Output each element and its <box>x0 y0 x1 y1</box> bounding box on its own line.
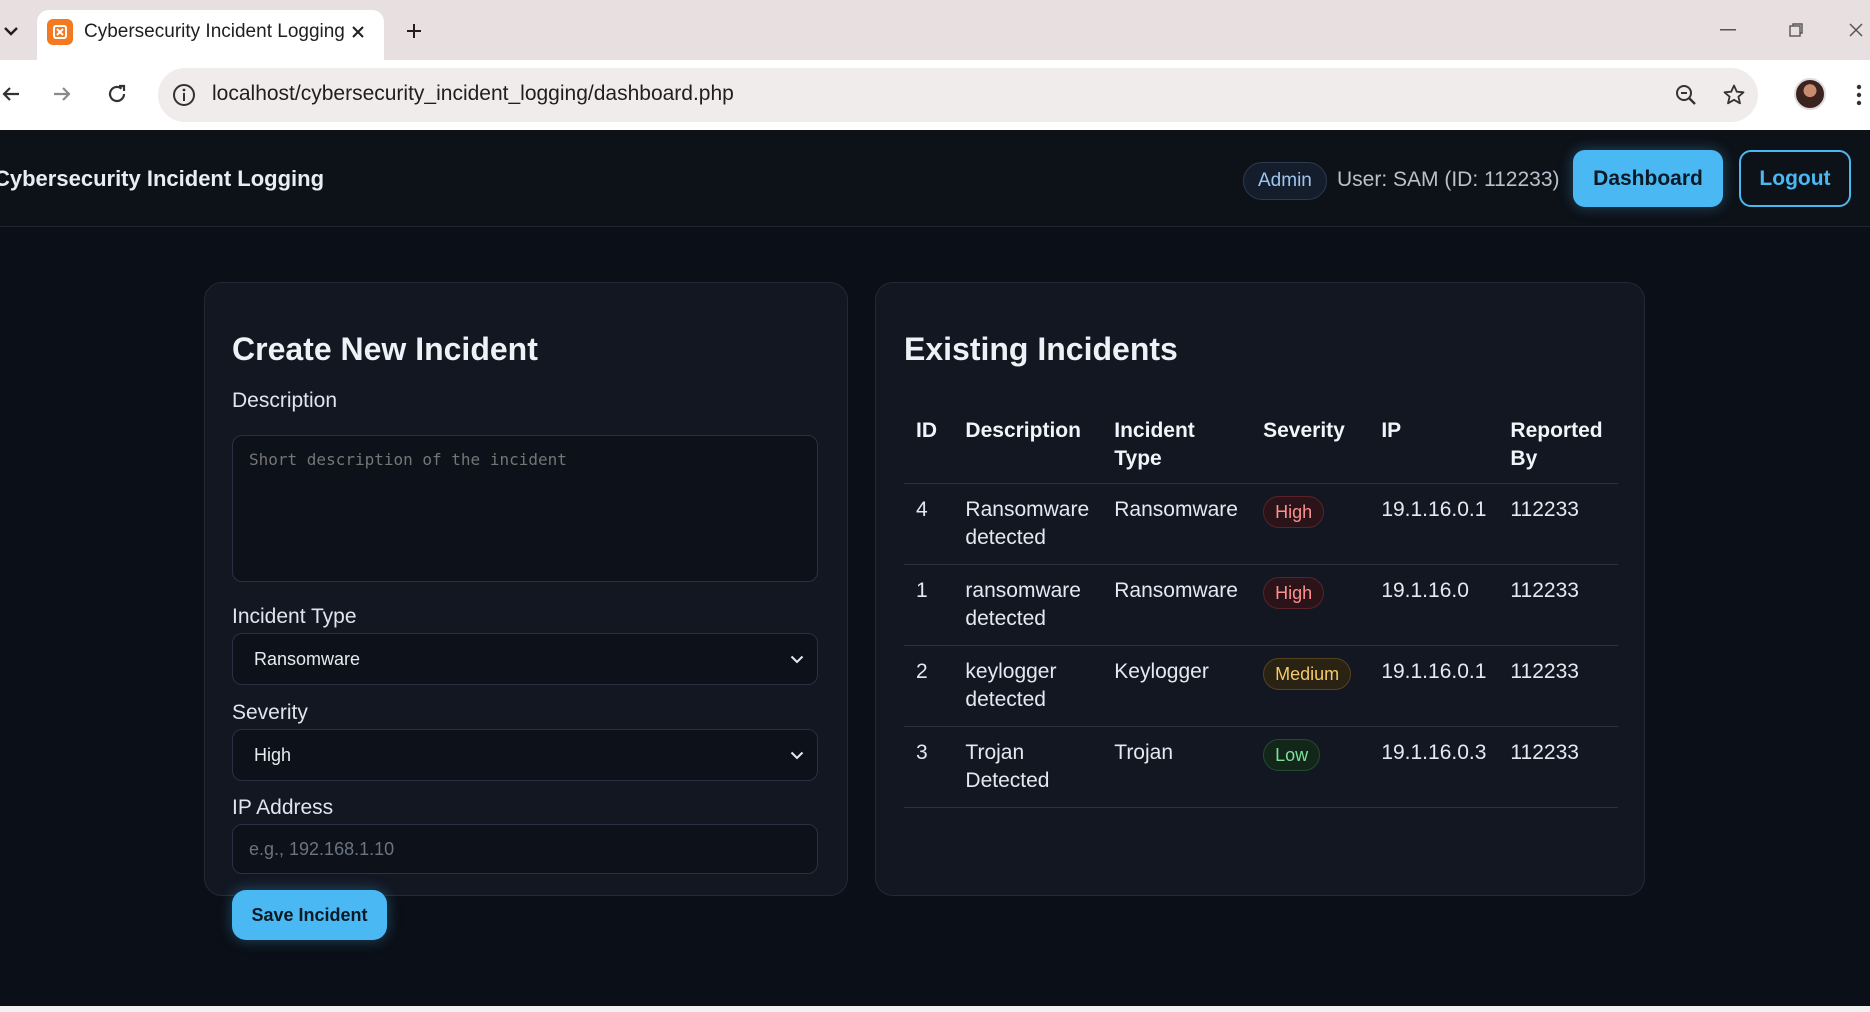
user-info: User: SAM (ID: 112233) <box>1337 168 1560 191</box>
browser-tab-strip: Cybersecurity Incident Logging <box>0 0 1870 60</box>
create-incident-card: Create New Incident Description Incident… <box>204 282 848 940</box>
cell-description: keylogger detected <box>953 645 1103 727</box>
app-header: Cybersecurity Incident Logging Admin Use… <box>0 130 1870 227</box>
plus-icon[interactable] <box>400 17 428 45</box>
description-label: Description <box>232 389 338 412</box>
logout-button[interactable]: Logout <box>1739 150 1851 207</box>
column-header-incident-type: Incident Type <box>1102 411 1252 484</box>
info-icon[interactable] <box>170 81 198 109</box>
column-header-description: Description <box>953 411 1103 484</box>
description-textarea[interactable] <box>232 435 818 582</box>
cell-type: Ransomware <box>1102 564 1252 646</box>
ip-address-input[interactable] <box>232 824 818 874</box>
tab-title: Cybersecurity Incident Logging <box>84 21 345 42</box>
severity-select[interactable]: High <box>232 729 818 781</box>
forward-icon[interactable] <box>45 77 79 111</box>
avatar[interactable] <box>1794 78 1826 110</box>
cell-ip: 19.1.16.0 <box>1369 564 1499 646</box>
cell-reported-by: 112233 <box>1498 645 1618 727</box>
cell-description: Trojan Detected <box>953 726 1103 808</box>
browser-tab[interactable]: Cybersecurity Incident Logging <box>37 10 384 60</box>
cell-description: ransomware detected <box>953 564 1103 646</box>
table-row: 2 keylogger detected Keylogger Medium 19… <box>904 645 1618 727</box>
cell-severity: Medium <box>1251 645 1370 727</box>
incident-type-select[interactable]: Ransomware <box>232 633 818 685</box>
chevron-down-icon <box>787 649 807 669</box>
incident-type-label: Incident Type <box>232 605 357 628</box>
cell-id: 1 <box>904 564 954 646</box>
severity-badge: High <box>1263 496 1325 528</box>
column-header-ip: IP <box>1369 411 1499 484</box>
severity-badge: Low <box>1263 739 1321 771</box>
reload-icon[interactable] <box>100 77 134 111</box>
bottom-edge <box>0 1006 1870 1012</box>
window-close-icon[interactable] <box>1840 16 1870 44</box>
cell-ip: 19.1.16.0.3 <box>1369 726 1499 808</box>
tab-list-icon[interactable] <box>0 18 22 44</box>
role-badge: Admin <box>1243 162 1327 200</box>
cell-reported-by: 112233 <box>1498 726 1618 808</box>
severity-badge: High <box>1263 577 1325 609</box>
address-bar[interactable]: localhost/cybersecurity_incident_logging… <box>158 68 1758 122</box>
cell-reported-by: 112233 <box>1498 483 1618 565</box>
ip-address-label: IP Address <box>232 796 334 819</box>
chevron-down-icon <box>787 745 807 765</box>
more-icon[interactable] <box>1852 80 1866 110</box>
table-row: 1 ransomware detected Ransomware High 19… <box>904 564 1618 646</box>
cell-description: Ransomware detected <box>953 483 1103 565</box>
cell-id: 2 <box>904 645 954 727</box>
severity-label: Severity <box>232 701 308 724</box>
zoom-icon[interactable] <box>1672 81 1700 109</box>
column-header-reported-by: Reported By <box>1498 411 1618 484</box>
cell-type: Keylogger <box>1102 645 1252 727</box>
cell-severity: High <box>1251 483 1370 565</box>
dashboard-button[interactable]: Dashboard <box>1573 150 1723 207</box>
save-incident-button[interactable]: Save Incident <box>232 890 387 940</box>
cell-type: Ransomware <box>1102 483 1252 565</box>
page: Cybersecurity Incident Logging Admin Use… <box>0 130 1870 1012</box>
cell-ip: 19.1.16.0.1 <box>1369 483 1499 565</box>
severity-badge: Medium <box>1263 658 1352 690</box>
incident-type-value: Ransomware <box>254 649 361 669</box>
severity-value: High <box>254 745 292 765</box>
table-header-row: ID Description Incident Type Severity IP… <box>904 411 1618 484</box>
table-row: 3 Trojan Detected Trojan Low 19.1.16.0.3… <box>904 726 1618 808</box>
cell-reported-by: 112233 <box>1498 564 1618 646</box>
column-header-severity: Severity <box>1251 411 1370 484</box>
favicon-icon <box>47 19 73 45</box>
incidents-table: ID Description Incident Type Severity IP… <box>904 411 1618 808</box>
column-header-id: ID <box>904 411 954 484</box>
star-icon[interactable] <box>1720 81 1748 109</box>
cell-severity: High <box>1251 564 1370 646</box>
back-icon[interactable] <box>0 77 28 111</box>
existing-incidents-card: Existing Incidents ID Description Incide… <box>875 282 1645 896</box>
cell-id: 4 <box>904 483 954 565</box>
browser-toolbar: localhost/cybersecurity_incident_logging… <box>0 60 1870 130</box>
minimize-icon[interactable] <box>1712 16 1744 44</box>
cell-id: 3 <box>904 726 954 808</box>
cell-ip: 19.1.16.0.1 <box>1369 645 1499 727</box>
create-incident-title: Create New Incident <box>232 331 538 367</box>
cell-type: Trojan <box>1102 726 1252 808</box>
url-text: localhost/cybersecurity_incident_logging… <box>212 82 734 105</box>
existing-incidents-title: Existing Incidents <box>904 331 1178 367</box>
restore-icon[interactable] <box>1780 16 1812 44</box>
cell-severity: Low <box>1251 726 1370 808</box>
app-title: Cybersecurity Incident Logging <box>0 166 325 191</box>
close-icon[interactable] <box>345 19 371 45</box>
table-row: 4 Ransomware detected Ransomware High 19… <box>904 483 1618 565</box>
